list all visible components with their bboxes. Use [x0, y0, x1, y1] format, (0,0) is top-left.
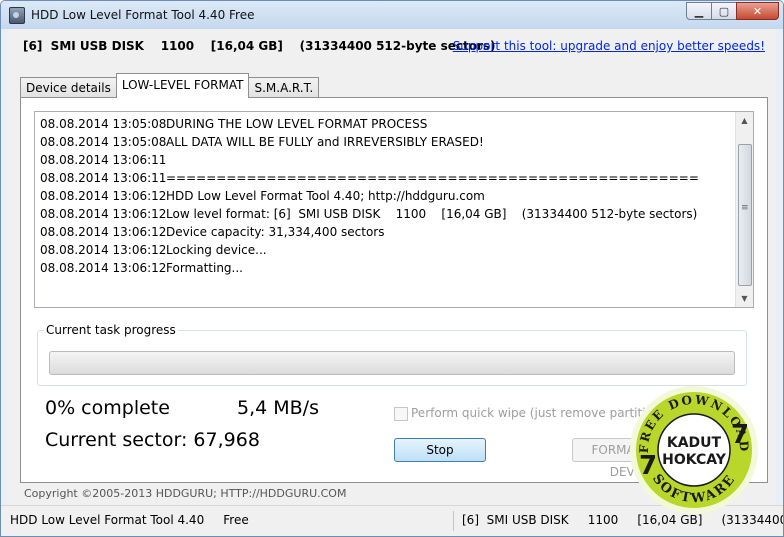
log-message: Locking device... — [166, 243, 267, 257]
progress-group: Current task progress — [37, 323, 747, 386]
tab-smart[interactable]: S.M.A.R.T. — [248, 77, 320, 98]
log-line: 08.08.2014 13:06:11=====================… — [40, 169, 699, 187]
log-time: 08.08.2014 13:06:12 — [40, 225, 167, 239]
log-time: 08.08.2014 13:06:12 — [40, 243, 167, 257]
scroll-up-icon[interactable]: ▲ — [736, 112, 753, 129]
window-controls: ▁ ▢ ✕ — [686, 2, 779, 20]
watermark-numeral-left: 7 — [639, 451, 657, 481]
log-line: 08.08.2014 13:06:12Formatting... — [40, 259, 699, 277]
log-line: 08.08.2014 13:06:12Low level format: [6]… — [40, 205, 699, 223]
log-time: 08.08.2014 13:05:08 — [40, 117, 167, 131]
watermark-numeral-right: 7 — [731, 420, 749, 450]
window-title: HDD Low Level Format Tool 4.40 Free — [31, 8, 255, 22]
log-message: ========================================… — [166, 171, 699, 185]
watermark-line1: KADUT — [667, 435, 722, 451]
log-time: 08.08.2014 13:06:12 — [40, 207, 167, 221]
status-app-name: HDD Low Level Format Tool 4.40 Free — [10, 513, 249, 527]
log-line: 08.08.2014 13:06:12Device capacity: 31,3… — [40, 223, 699, 241]
tab-device-details[interactable]: Device details — [20, 77, 117, 98]
log-scrollbar[interactable]: ▲ ▼ — [735, 112, 753, 307]
close-icon: ✕ — [752, 4, 763, 18]
log-message: Formatting... — [166, 261, 243, 275]
log-line: 08.08.2014 13:06:12Locking device... — [40, 241, 699, 259]
log-time: 08.08.2014 13:06:11 — [40, 153, 167, 167]
quick-wipe-checkbox[interactable] — [394, 407, 408, 421]
watermark-badge-icon: FREE DOWNLOAD SOFTWARE KADUT HOKCAY 7 7 — [630, 386, 758, 514]
log-time: 08.08.2014 13:05:08 — [40, 135, 167, 149]
scroll-thumb[interactable] — [738, 144, 752, 286]
log-message: HDD Low Level Format Tool 4.40; http://h… — [166, 189, 485, 203]
transfer-speed: 5,4 MB/s — [237, 397, 319, 419]
log-box[interactable]: 08.08.2014 13:05:08DURING THE LOW LEVEL … — [34, 111, 754, 308]
log-line: 08.08.2014 13:05:08DURING THE LOW LEVEL … — [40, 115, 699, 133]
current-sector: Current sector: 67,968 — [45, 429, 260, 451]
device-info: [6] SMI USB DISK 1100 [16,04 GB] (313344… — [23, 39, 496, 53]
log-line: 08.08.2014 13:05:08ALL DATA WILL BE FULL… — [40, 133, 699, 151]
minimize-button[interactable]: ▁ — [686, 2, 712, 20]
close-button[interactable]: ✕ — [736, 2, 779, 20]
copyright-text: Copyright ©2005-2013 HDDGURU; HTTP://HDD… — [24, 487, 347, 500]
log-line: 08.08.2014 13:06:11 — [40, 151, 699, 169]
progress-group-label: Current task progress — [44, 323, 178, 337]
log-lines: 08.08.2014 13:05:08DURING THE LOW LEVEL … — [40, 115, 699, 277]
log-time: 08.08.2014 13:06:12 — [40, 189, 167, 203]
log-message: DURING THE LOW LEVEL FORMAT PROCESS — [166, 117, 428, 131]
log-time: 08.08.2014 13:06:11 — [40, 171, 167, 185]
log-message: ALL DATA WILL BE FULLY and IRREVERSIBLY … — [166, 135, 484, 149]
hdd-icon — [9, 7, 25, 24]
task-progress-bar — [49, 351, 735, 375]
log-message: Device capacity: 31,334,400 sectors — [166, 225, 385, 239]
stop-button[interactable]: Stop — [394, 438, 486, 462]
log-line: 08.08.2014 13:06:12HDD Low Level Format … — [40, 187, 699, 205]
support-link[interactable]: Support this tool: upgrade and enjoy bet… — [453, 39, 765, 53]
maximize-button[interactable]: ▢ — [711, 2, 737, 20]
log-time: 08.08.2014 13:06:12 — [40, 261, 167, 275]
scroll-down-icon[interactable]: ▼ — [736, 290, 753, 307]
minimize-icon: ▁ — [694, 4, 704, 18]
tab-low-level-format[interactable]: LOW-LEVEL FORMAT — [115, 73, 250, 98]
status-separator — [453, 511, 454, 531]
title-bar[interactable]: HDD Low Level Format Tool 4.40 Free ▁ ▢ … — [1, 1, 783, 29]
percent-complete: 0% complete — [45, 397, 170, 419]
tab-strip: Device details LOW-LEVEL FORMAT S.M.A.R.… — [20, 73, 320, 98]
log-message: Low level format: [6] SMI USB DISK 1100 … — [166, 207, 698, 221]
maximize-icon: ▢ — [718, 4, 730, 18]
watermark-line2: HOKCAY — [662, 452, 727, 468]
